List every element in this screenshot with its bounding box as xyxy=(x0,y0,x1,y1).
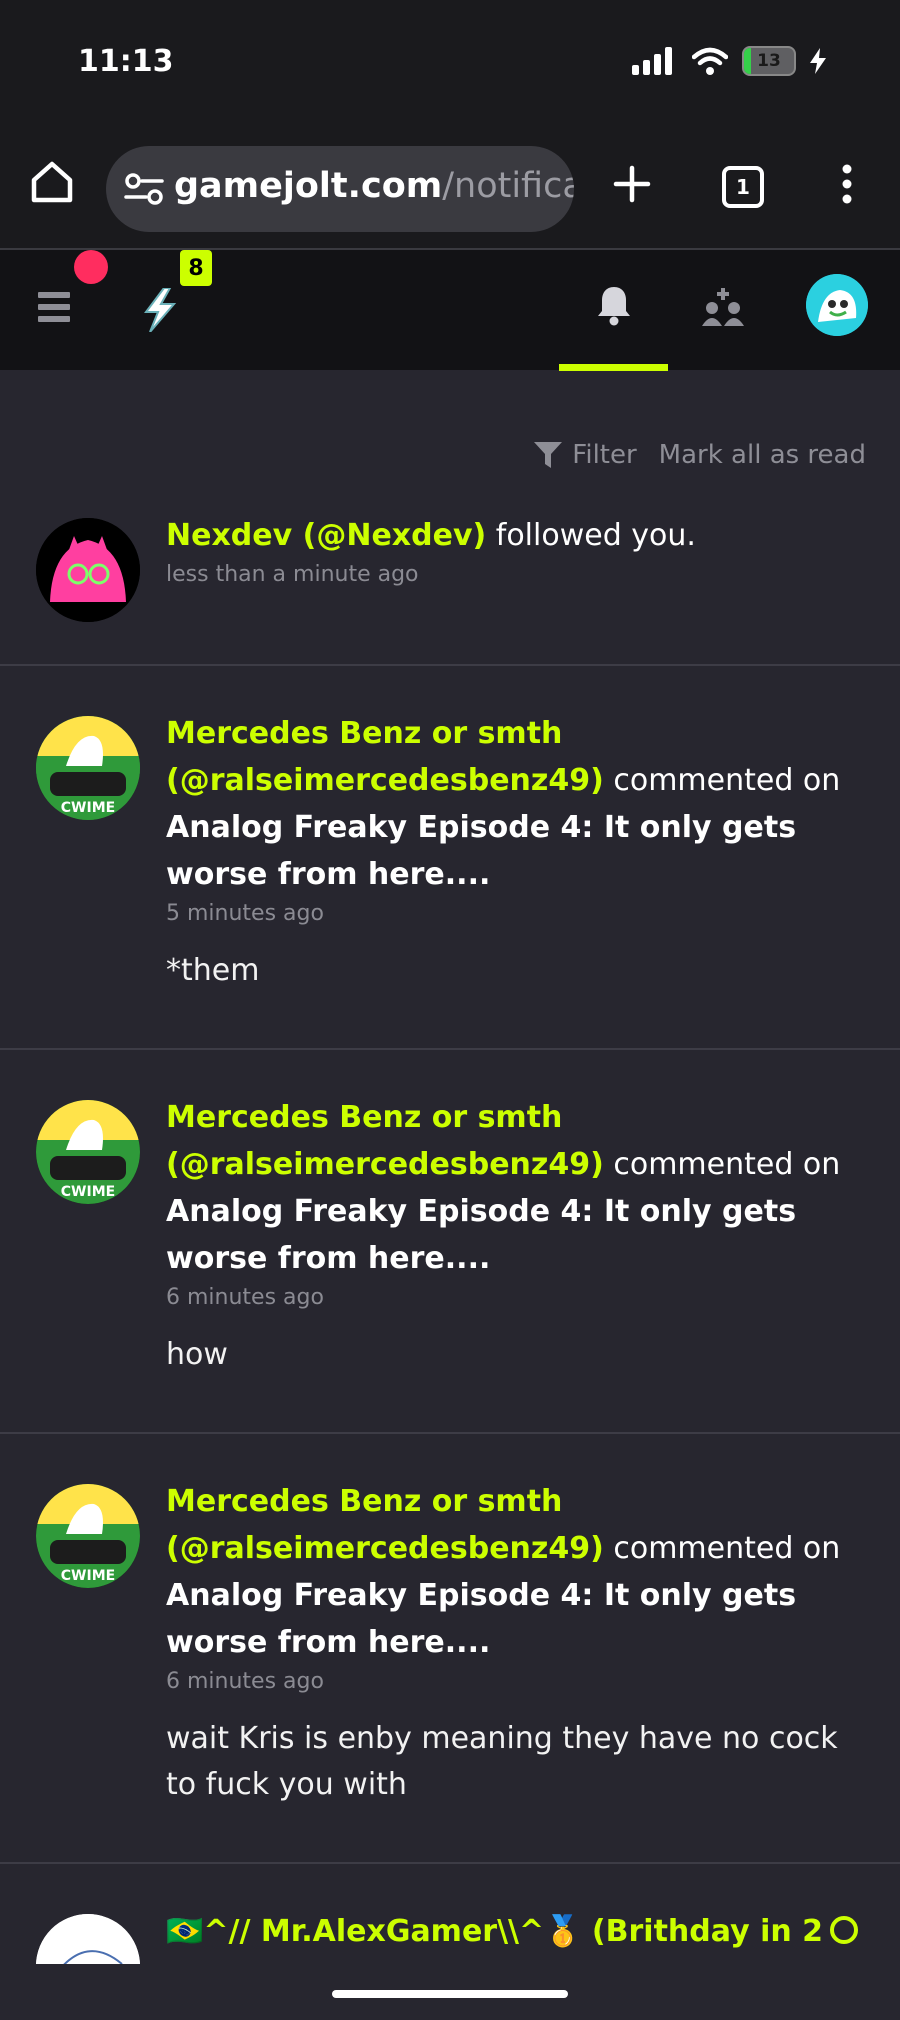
tab-count: 1 xyxy=(736,175,750,199)
home-indicator[interactable] xyxy=(332,1990,568,1998)
url-bar[interactable]: gamejolt.com/notificat xyxy=(106,146,574,232)
url-text[interactable]: gamejolt.com/notificat xyxy=(174,166,574,206)
charging-icon xyxy=(810,48,826,74)
notification-user-handle[interactable]: (@ralseimercedesbenz49) xyxy=(166,1531,604,1566)
avatar[interactable]: CWIME xyxy=(36,1484,140,1588)
mark-all-read-button[interactable]: Mark all as read xyxy=(659,440,866,470)
comment-text: wait Kris is enby meaning they have no c… xyxy=(166,1721,838,1802)
svg-text:CWIME: CWIME xyxy=(61,800,115,816)
new-tab-icon[interactable] xyxy=(612,164,652,204)
notification-item[interactable]: 🇧🇷^// Mr.AlexGamer\\^🥇 (Brithday in 2 xyxy=(0,1864,900,1964)
notification-action: commented on xyxy=(603,1147,841,1182)
notification-time: less than a minute ago xyxy=(166,562,419,587)
filter-button[interactable]: Filter xyxy=(534,440,637,470)
notification-time: 6 minutes ago xyxy=(166,1669,324,1694)
notification-user-name[interactable]: Mercedes Benz or smth xyxy=(166,1100,562,1135)
avatar[interactable] xyxy=(36,1914,140,1964)
notification-user-handle[interactable]: (@ralseimercedesbenz49) xyxy=(166,1147,604,1182)
battery-level: 13 xyxy=(757,51,781,71)
avatar[interactable]: CWIME xyxy=(36,716,140,820)
notification-user-link[interactable]: 🇧🇷^// Mr.AlexGamer\\^🥇 (Brithday in 2 xyxy=(166,1914,823,1949)
filter-icon xyxy=(534,442,563,468)
notification-action: commented on xyxy=(603,1531,841,1566)
notification-count-badge: 8 xyxy=(180,250,212,286)
alert-dot xyxy=(74,250,108,284)
hamburger-menu-icon[interactable] xyxy=(38,292,70,322)
comment-text: *them xyxy=(166,953,260,988)
home-icon[interactable] xyxy=(30,160,74,204)
site-settings-icon[interactable] xyxy=(124,172,164,206)
notification-action: commented on xyxy=(603,763,841,798)
battery-icon: 13 xyxy=(742,46,796,76)
notification-target-link[interactable]: Analog Freaky Episode 4: It only gets wo… xyxy=(166,1188,860,1282)
gamejolt-logo-icon[interactable] xyxy=(138,288,180,332)
avatar[interactable] xyxy=(36,518,140,622)
app-navigation xyxy=(0,250,900,370)
notification-user-link[interactable]: Nexdev (@Nexdev) xyxy=(166,518,486,553)
notification-user-handle[interactable]: (@ralseimercedesbenz49) xyxy=(166,763,604,798)
notification-target-link[interactable]: Analog Freaky Episode 4: It only gets wo… xyxy=(166,804,860,898)
notification-item[interactable]: Nexdev (@Nexdev) followed you. less than… xyxy=(0,500,900,666)
notification-time: 5 minutes ago xyxy=(166,901,324,926)
notification-actions: Filter Mark all as read xyxy=(0,440,866,470)
notification-item[interactable]: CWIME Mercedes Benz or smth (@ralseimerce… xyxy=(0,1050,900,1434)
notification-time: 6 minutes ago xyxy=(166,1285,324,1310)
status-time: 11:13 xyxy=(78,44,174,79)
loading-spinner-icon xyxy=(830,1916,858,1944)
browser-toolbar: gamejolt.com/notificat 1 xyxy=(0,120,900,250)
notifications-bell-icon[interactable] xyxy=(596,284,632,326)
filter-label: Filter xyxy=(572,440,637,470)
friend-requests-icon[interactable] xyxy=(702,288,744,326)
status-bar: 11:13 13 xyxy=(0,0,900,120)
svg-text:CWIME: CWIME xyxy=(61,1568,115,1584)
active-tab-indicator xyxy=(559,364,668,371)
notification-action: followed you. xyxy=(486,518,696,553)
notification-item[interactable]: CWIME Mercedes Benz or smth (@ralseimerce… xyxy=(0,666,900,1050)
url-path: /notificat xyxy=(442,166,574,206)
notification-user-name[interactable]: Mercedes Benz or smth xyxy=(166,716,562,751)
signal-icon xyxy=(632,47,672,75)
avatar[interactable]: CWIME xyxy=(36,1100,140,1204)
notification-user-name[interactable]: Mercedes Benz or smth xyxy=(166,1484,562,1519)
svg-text:CWIME: CWIME xyxy=(61,1184,115,1200)
notification-item[interactable]: CWIME Mercedes Benz or smth (@ralseimerce… xyxy=(0,1434,900,1864)
notification-target-link[interactable]: Analog Freaky Episode 4: It only gets wo… xyxy=(166,1572,860,1666)
wifi-icon xyxy=(692,47,728,75)
url-host: gamejolt.com xyxy=(174,166,443,206)
status-icons: 13 xyxy=(632,46,826,76)
user-avatar[interactable] xyxy=(806,274,868,336)
more-menu-icon[interactable] xyxy=(840,164,854,204)
tab-switcher-button[interactable]: 1 xyxy=(722,166,764,208)
comment-text: how xyxy=(166,1337,228,1372)
